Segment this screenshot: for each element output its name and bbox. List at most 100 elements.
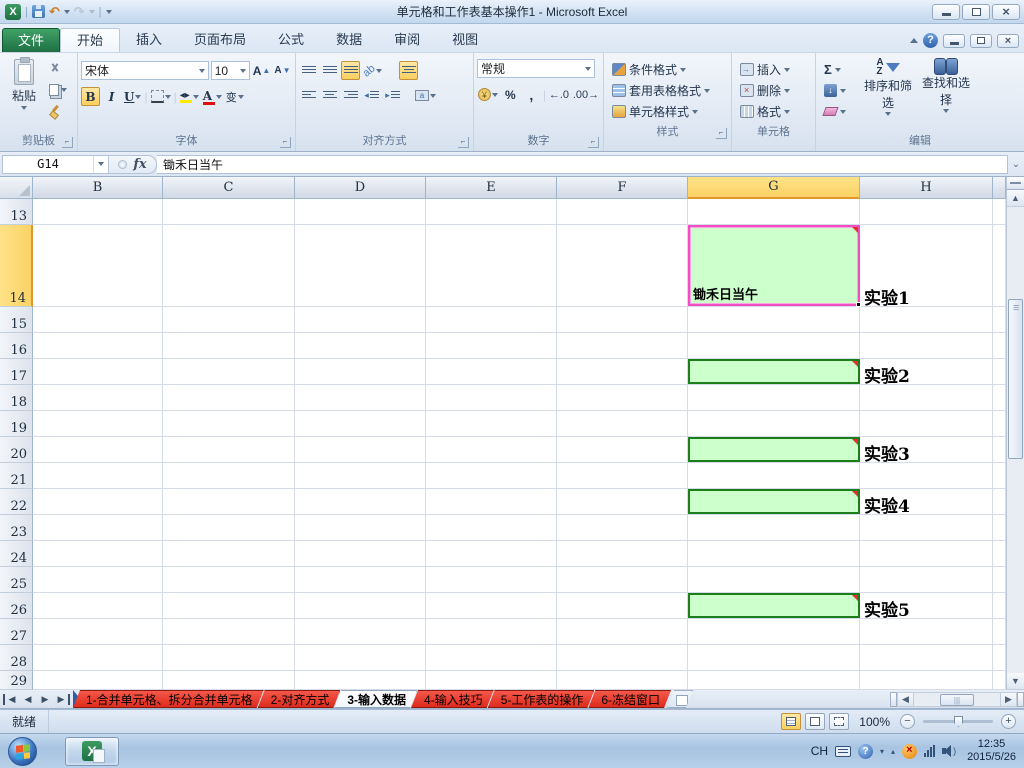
cell-H19[interactable] (860, 411, 993, 436)
normal-view-button[interactable] (781, 713, 802, 730)
sort-filter-button[interactable]: AZ 排序和筛选 (859, 56, 917, 134)
cell-B20[interactable] (33, 437, 163, 462)
find-select-button[interactable]: 查找和选择 (917, 56, 975, 134)
cell-C19[interactable] (163, 411, 295, 436)
cell-D24[interactable] (295, 541, 426, 566)
cell-D23[interactable] (295, 515, 426, 540)
prev-sheet-icon[interactable]: ◀ (20, 694, 36, 705)
clear-button[interactable] (821, 102, 857, 121)
cell-B29[interactable] (33, 671, 163, 689)
cell-E29[interactable] (426, 671, 557, 689)
cell-C21[interactable] (163, 463, 295, 488)
increase-indent-button[interactable]: ▸ (383, 86, 402, 105)
sheet-cells[interactable]: 锄禾日当午 实验1 实验2 实验3 实验4 实验5 (33, 199, 1006, 690)
font-size-combo[interactable]: 10 (210, 61, 250, 80)
save-icon[interactable] (31, 5, 45, 18)
sheet-tab-2-对齐方式[interactable]: 2-对齐方式 (258, 690, 341, 708)
cell-D16[interactable] (295, 333, 426, 358)
row-header-29[interactable]: 29 (0, 671, 33, 690)
cell-E22[interactable] (426, 489, 557, 514)
cell-H16[interactable] (860, 333, 993, 358)
cell-D25[interactable] (295, 567, 426, 592)
cell-H29[interactable] (860, 671, 993, 689)
cell-H21[interactable] (860, 463, 993, 488)
row-header-28[interactable]: 28 (0, 645, 33, 671)
cell-G18[interactable] (688, 385, 860, 410)
shrink-font-button[interactable]: A ▼ (273, 61, 292, 80)
cell-D27[interactable] (295, 619, 426, 644)
cell-H23[interactable] (860, 515, 993, 540)
align-center-button[interactable] (320, 86, 339, 105)
fill-color-button[interactable]: ◂▸ (179, 87, 200, 106)
accounting-format-button[interactable]: ¥ (477, 85, 499, 104)
experiment-cell-G20[interactable] (688, 437, 860, 462)
excel-app-icon[interactable]: X (5, 3, 21, 20)
cell-C17[interactable] (163, 359, 295, 384)
row-header-17[interactable]: 17 (0, 359, 33, 385)
cell-G24[interactable] (688, 541, 860, 566)
sheet-tab-6-冻结窗口[interactable]: 6-冻结窗口 (588, 690, 671, 708)
cell-F15[interactable] (557, 307, 688, 332)
cell-C28[interactable] (163, 645, 295, 670)
cell-F13[interactable] (557, 199, 688, 224)
insert-cells-button[interactable]: 插入 (737, 60, 810, 79)
sheet-tab-1-合并单元格、拆分合并单元格[interactable]: 1-合并单元格、拆分合并单元格 (73, 690, 264, 708)
cell-C16[interactable] (163, 333, 295, 358)
tab-file[interactable]: 文件 (2, 28, 60, 52)
cell-H15[interactable] (860, 307, 993, 332)
collapse-ribbon-icon[interactable] (910, 38, 918, 43)
increase-decimal-button[interactable]: ←.0 (548, 85, 570, 104)
column-header-F[interactable]: F (557, 177, 688, 199)
cell-F16[interactable] (557, 333, 688, 358)
cell-F26[interactable] (557, 593, 688, 618)
autosum-button[interactable]: Σ (821, 60, 857, 79)
cell-F14[interactable] (557, 225, 688, 306)
number-format-combo[interactable]: 常规 (477, 59, 595, 78)
experiment-cell-G14[interactable]: 锄禾日当午 (688, 225, 861, 307)
cell-B21[interactable] (33, 463, 163, 488)
experiment-cell-G26[interactable] (688, 593, 860, 618)
experiment-cell-G17[interactable] (688, 359, 860, 384)
cell-D19[interactable] (295, 411, 426, 436)
vertical-scrollbar[interactable]: ▲ ▼ (1006, 177, 1024, 690)
cell-F21[interactable] (557, 463, 688, 488)
cell-B15[interactable] (33, 307, 163, 332)
cell-E27[interactable] (426, 619, 557, 644)
keyboard-icon[interactable] (835, 745, 852, 757)
vertical-scroll-thumb[interactable] (1008, 299, 1023, 459)
bold-button[interactable]: B (81, 87, 100, 106)
cell-B19[interactable] (33, 411, 163, 436)
cell-E21[interactable] (426, 463, 557, 488)
workbook-close-button[interactable]: × (997, 33, 1019, 48)
tab-页面布局[interactable]: 页面布局 (178, 28, 262, 52)
qat-customize-icon[interactable] (105, 9, 112, 14)
cell-C26[interactable] (163, 593, 295, 618)
row-header-15[interactable]: 15 (0, 307, 33, 333)
cell-H25[interactable] (860, 567, 993, 592)
percent-style-button[interactable]: % (501, 85, 520, 104)
network-icon[interactable] (924, 745, 936, 757)
show-hidden-icons[interactable]: ▴ (891, 747, 895, 756)
delete-cells-button[interactable]: 删除 (737, 81, 810, 100)
tray-chevron-icon[interactable]: ▾ (880, 747, 884, 756)
undo-dropdown-icon[interactable] (63, 9, 70, 14)
cell-B27[interactable] (33, 619, 163, 644)
cell-G21[interactable] (688, 463, 860, 488)
cell-E28[interactable] (426, 645, 557, 670)
format-painter-button[interactable] (47, 102, 69, 120)
cell-D21[interactable] (295, 463, 426, 488)
cell-E15[interactable] (426, 307, 557, 332)
font-color-button[interactable]: A (202, 87, 223, 106)
merge-center-button[interactable]: a (414, 86, 437, 105)
cell-C25[interactable] (163, 567, 295, 592)
clock[interactable]: 12:35 2015/5/26 (963, 738, 1016, 764)
page-layout-view-button[interactable] (805, 713, 826, 730)
sheet-tab-3-输入数据[interactable]: 3-输入数据 (334, 690, 417, 708)
redo-icon[interactable]: ↷ (74, 5, 85, 18)
cell-B16[interactable] (33, 333, 163, 358)
cell-B22[interactable] (33, 489, 163, 514)
cell-E13[interactable] (426, 199, 557, 224)
cell-G15[interactable] (688, 307, 860, 332)
cell-D13[interactable] (295, 199, 426, 224)
cell-B18[interactable] (33, 385, 163, 410)
